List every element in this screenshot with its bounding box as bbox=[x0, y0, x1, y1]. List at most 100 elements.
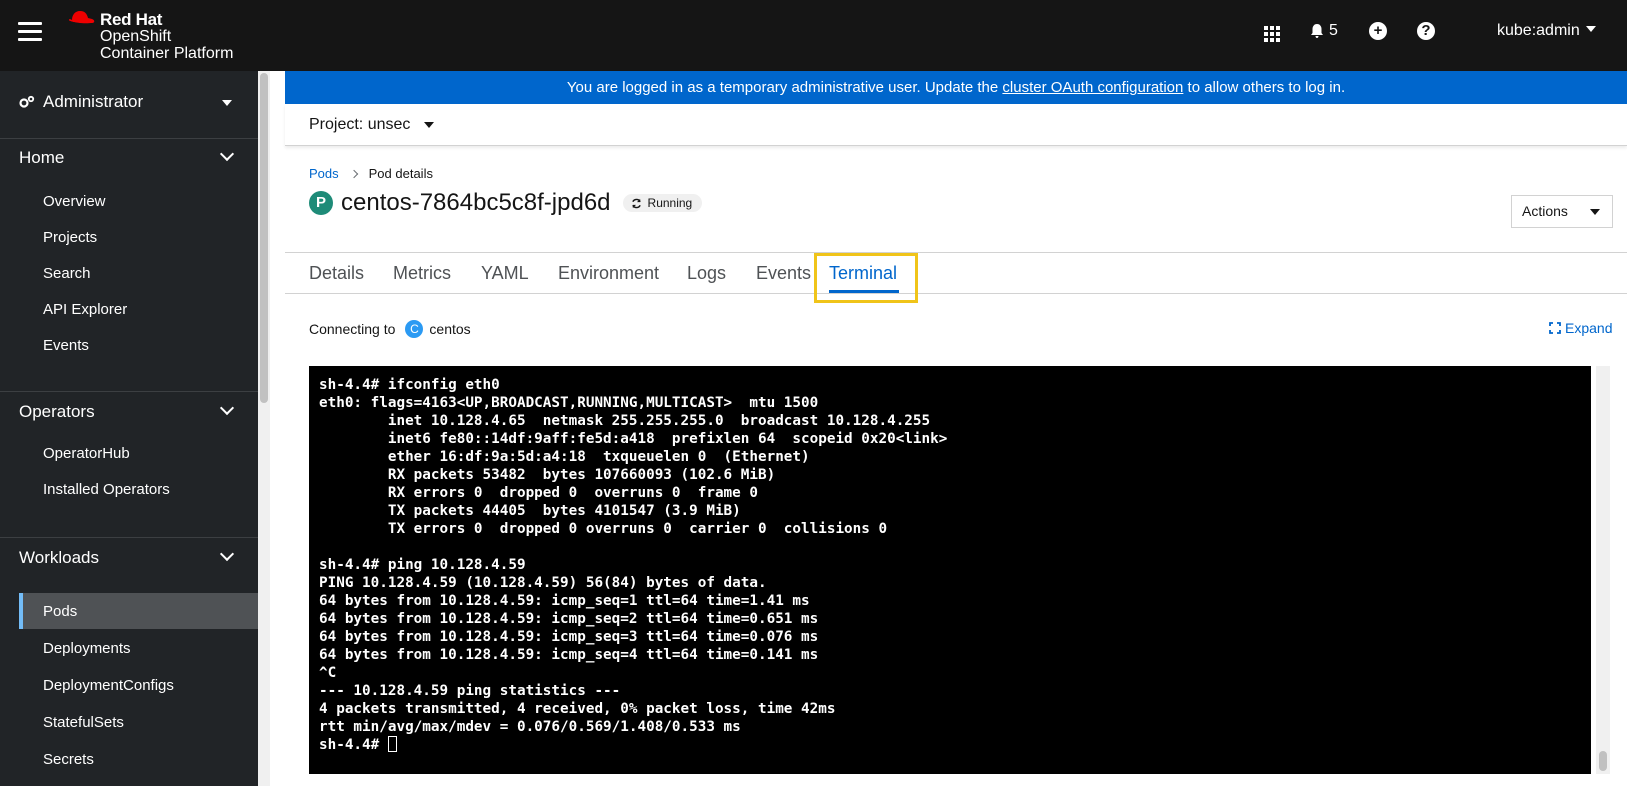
nav-item-deploymentconfigs[interactable]: DeploymentConfigs bbox=[43, 677, 174, 694]
admin-banner: You are logged in as a temporary adminis… bbox=[285, 71, 1627, 104]
caret-down-icon bbox=[1586, 26, 1597, 32]
terminal-line: --- 10.128.4.59 ping statistics --- bbox=[319, 683, 621, 699]
nav-item-api-explorer[interactable]: API Explorer bbox=[43, 301, 127, 318]
terminal-line: rtt min/avg/max/mdev = 0.076/0.569/1.408… bbox=[319, 719, 741, 735]
sidebar-scrollbar[interactable] bbox=[258, 71, 270, 786]
nav-item-statefulsets[interactable]: StatefulSets bbox=[43, 714, 124, 731]
expand-button[interactable]: Expand bbox=[1549, 320, 1612, 336]
divider bbox=[0, 391, 258, 392]
sync-icon bbox=[631, 198, 641, 208]
sidebar-scroll-thumb[interactable] bbox=[260, 73, 268, 403]
brand-redhat: Red Hat bbox=[100, 10, 163, 29]
container-name[interactable]: centos bbox=[429, 321, 470, 337]
terminal-line: 64 bytes from 10.128.4.59: icmp_seq=4 tt… bbox=[319, 647, 819, 663]
terminal-output: sh-4.4# ifconfig eth0 eth0: flags=4163<U… bbox=[319, 376, 1581, 754]
app-launcher-icon[interactable] bbox=[1264, 26, 1280, 42]
user-menu[interactable]: kube:admin bbox=[1497, 22, 1597, 40]
terminal-line: 64 bytes from 10.128.4.59: icmp_seq=1 tt… bbox=[319, 593, 810, 609]
nav-item-operatorhub[interactable]: OperatorHub bbox=[43, 445, 130, 462]
status-badge: Running bbox=[622, 194, 703, 212]
tab-bar: Details Metrics YAML Environment Logs Ev… bbox=[285, 252, 1627, 303]
project-label: Project: unsec bbox=[309, 116, 411, 133]
terminal-cursor bbox=[387, 736, 397, 752]
pod-name: centos-7864bc5c8f-jpd6d bbox=[341, 189, 611, 216]
masthead: Red Hat OpenShift Container Platform 5 +… bbox=[0, 0, 1627, 71]
nav-item-installed-operators[interactable]: Installed Operators bbox=[43, 481, 170, 498]
terminal-line: ^C bbox=[319, 665, 337, 681]
divider bbox=[0, 138, 258, 139]
brand-openshift: OpenShift bbox=[100, 28, 172, 45]
user-name: kube:admin bbox=[1497, 22, 1580, 39]
terminal-line: PING 10.128.4.59 (10.128.4.59) 56(84) by… bbox=[319, 575, 767, 591]
tab-yaml[interactable]: YAML bbox=[481, 263, 529, 284]
terminal-line: eth0: flags=4163<UP,BROADCAST,RUNNING,MU… bbox=[319, 395, 819, 411]
nav-section-home[interactable]: Home bbox=[19, 148, 64, 168]
cluster-oauth-link[interactable]: cluster OAuth configuration bbox=[1002, 79, 1183, 96]
caret-down-icon bbox=[424, 122, 435, 128]
terminal-connection-info: Connecting to C centos bbox=[309, 320, 471, 338]
breadcrumb-current: Pod details bbox=[368, 166, 433, 181]
caret-down-icon bbox=[1590, 209, 1600, 215]
question-circle-icon: ? bbox=[1417, 22, 1435, 40]
terminal-tab-highlight bbox=[814, 253, 918, 303]
status-text: Running bbox=[647, 196, 693, 210]
actions-dropdown[interactable]: Actions bbox=[1511, 195, 1613, 228]
nav-item-projects[interactable]: Projects bbox=[43, 229, 97, 246]
nav-item-secrets[interactable]: Secrets bbox=[43, 751, 94, 768]
tab-events[interactable]: Events bbox=[756, 263, 811, 284]
notification-count: 5 bbox=[1329, 22, 1338, 39]
red-hat-logo-icon bbox=[68, 11, 95, 26]
expand-icon bbox=[1549, 322, 1561, 334]
nav-item-search[interactable]: Search bbox=[43, 265, 91, 282]
terminal-line: TX errors 0 dropped 0 overruns 0 carrier… bbox=[319, 521, 888, 537]
actions-label: Actions bbox=[1522, 203, 1568, 219]
angle-right-icon bbox=[349, 169, 358, 178]
nav-section-operators[interactable]: Operators bbox=[19, 402, 95, 422]
terminal-line: RX errors 0 dropped 0 overruns 0 frame 0 bbox=[319, 485, 758, 501]
nav-item-events[interactable]: Events bbox=[43, 337, 89, 354]
hamburger-menu-icon[interactable] bbox=[18, 22, 42, 42]
bell-icon bbox=[1311, 24, 1323, 38]
cogs-icon bbox=[19, 95, 35, 108]
nav-item-overview[interactable]: Overview bbox=[43, 193, 106, 210]
terminal-line: RX packets 53482 bytes 107660093 (102.6 … bbox=[319, 467, 776, 483]
expand-label: Expand bbox=[1565, 320, 1613, 336]
terminal-line: sh-4.4# ifconfig eth0 bbox=[319, 377, 500, 393]
page-title: P centos-7864bc5c8f-jpd6d Running bbox=[309, 189, 703, 217]
chevron-down-icon bbox=[219, 146, 235, 162]
help-button[interactable]: ? bbox=[1417, 22, 1435, 40]
chevron-down-icon bbox=[219, 546, 235, 562]
notifications-button[interactable]: 5 bbox=[1310, 22, 1338, 40]
pod-resource-badge: P bbox=[309, 191, 333, 215]
perspective-label: Administrator bbox=[43, 92, 144, 111]
nav-section-workloads[interactable]: Workloads bbox=[19, 548, 99, 568]
tab-logs[interactable]: Logs bbox=[687, 263, 726, 284]
terminal-line: 64 bytes from 10.128.4.59: icmp_seq=2 tt… bbox=[319, 611, 819, 627]
perspective-caret-icon bbox=[222, 100, 232, 106]
container-badge: C bbox=[405, 320, 424, 338]
chevron-down-icon bbox=[219, 400, 235, 416]
divider bbox=[0, 537, 258, 538]
terminal-line: inet6 fe80::14df:9aff:fe5d:a418 prefixle… bbox=[319, 431, 948, 447]
quick-create-button[interactable]: + bbox=[1369, 22, 1387, 40]
tab-environment[interactable]: Environment bbox=[558, 263, 659, 284]
terminal-line: 64 bytes from 10.128.4.59: icmp_seq=3 tt… bbox=[319, 629, 819, 645]
terminal-line: TX packets 44405 bytes 4101547 (3.9 MiB) bbox=[319, 503, 741, 519]
tab-details[interactable]: Details bbox=[309, 263, 364, 284]
brand-container-platform: Container Platform bbox=[100, 45, 234, 62]
project-bar: Project: unsec bbox=[285, 104, 1627, 146]
project-selector[interactable]: Project: unsec bbox=[309, 116, 435, 134]
tab-metrics[interactable]: Metrics bbox=[393, 263, 451, 284]
banner-text-before: You are logged in as a temporary adminis… bbox=[566, 79, 1003, 96]
nav-item-deployments[interactable]: Deployments bbox=[43, 640, 131, 657]
terminal-window[interactable]: sh-4.4# ifconfig eth0 eth0: flags=4163<U… bbox=[309, 366, 1591, 774]
terminal-line: sh-4.4# ping 10.128.4.59 bbox=[319, 557, 526, 573]
terminal-line: inet 10.128.4.65 netmask 255.255.255.0 b… bbox=[319, 413, 931, 429]
nav-item-pods[interactable]: Pods bbox=[43, 603, 77, 620]
banner-text-after: to allow others to log in. bbox=[1183, 79, 1346, 96]
perspective-switcher[interactable]: Administrator bbox=[19, 92, 143, 112]
main-content: You are logged in as a temporary adminis… bbox=[285, 71, 1627, 786]
terminal-scrollbar[interactable] bbox=[1596, 366, 1610, 774]
connecting-label: Connecting to bbox=[309, 321, 396, 337]
breadcrumb-pods-link[interactable]: Pods bbox=[309, 166, 339, 181]
